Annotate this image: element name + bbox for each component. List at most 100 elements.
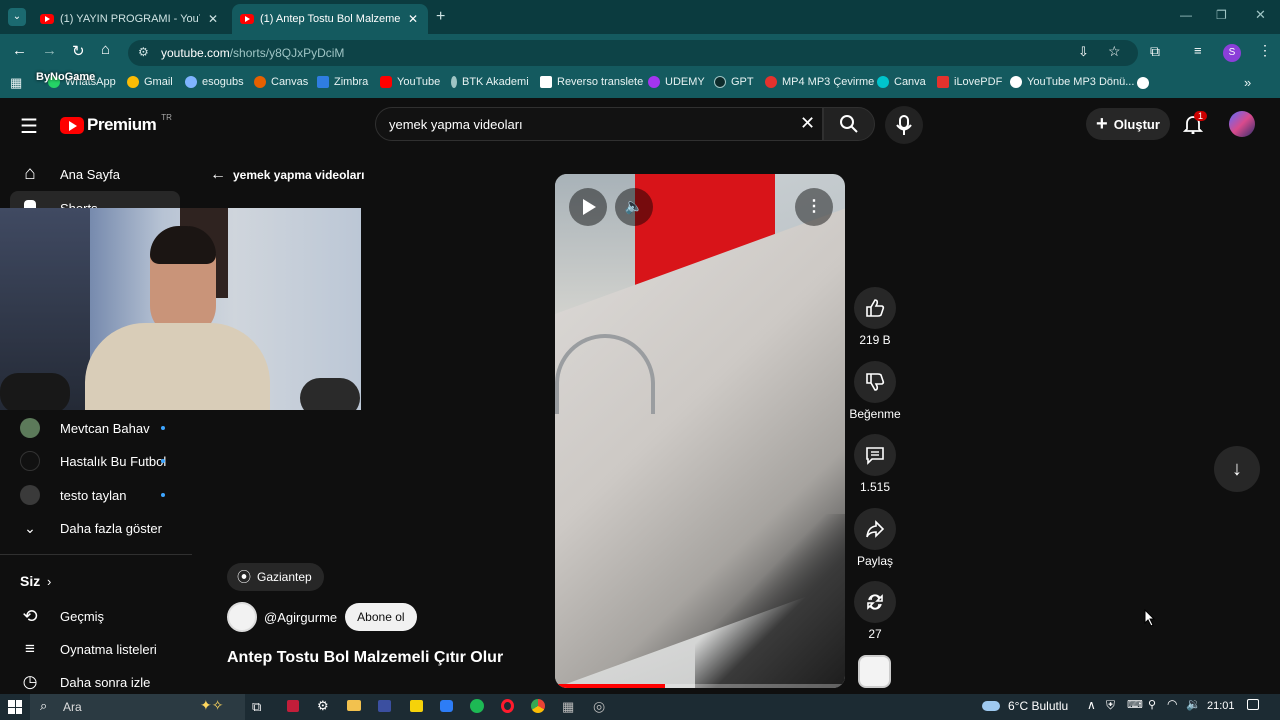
bookmark-mp4-mp3[interactable]: MP4 MP3 Çevirme <box>765 76 874 88</box>
clear-search-icon[interactable]: ✕ <box>800 113 815 134</box>
video-more-button[interactable]: ⋮ <box>795 188 833 226</box>
subscribe-button[interactable]: Abone ol <box>345 603 417 631</box>
bookmark-udemy[interactable]: UDEMY <box>648 76 705 88</box>
bookmark-ilovepdf[interactable]: iLovePDF <box>937 76 1002 88</box>
home-icon[interactable]: ⌂ <box>101 41 110 58</box>
back-icon[interactable]: ← <box>12 42 27 59</box>
sound-thumbnail[interactable] <box>858 655 891 688</box>
bookmark-youtube[interactable]: YouTube <box>380 76 440 88</box>
speaker-icon[interactable]: 🔉 <box>1186 697 1201 711</box>
comments-button[interactable]: 1.515 <box>853 434 897 494</box>
sidebar-divider <box>0 554 192 555</box>
sidebar-sub-testo[interactable]: testo taylan <box>0 478 190 512</box>
video-progress-track[interactable] <box>555 684 845 688</box>
restore-button[interactable]: ❐ <box>1216 8 1227 22</box>
sidebar-item-history[interactable]: ⟲ Geçmiş <box>0 599 190 633</box>
app-icon-6[interactable]: ◎ <box>593 698 605 715</box>
shorts-back-link[interactable]: ← yemek yapma videoları <box>210 166 364 184</box>
security-icon[interactable]: ⛨ <box>1106 698 1115 713</box>
play-button[interactable] <box>569 188 607 226</box>
bookmark-gmail[interactable]: Gmail <box>127 76 173 88</box>
sidebar-item-home[interactable]: ⌂ Ana Sayfa <box>0 157 190 191</box>
new-tab-button[interactable]: + <box>436 8 445 26</box>
window-close-button[interactable]: ✕ <box>1255 7 1266 23</box>
remix-button[interactable]: 27 <box>853 581 897 641</box>
search-box[interactable]: yemek yapma videoları ✕ <box>375 107 823 141</box>
app-icon-1[interactable] <box>287 700 299 712</box>
volume-button[interactable]: 🔈 <box>615 188 653 226</box>
app-icon-5[interactable]: ▦ <box>562 699 574 715</box>
bookmark-youtube-mp3[interactable]: YouTube MP3 Dönü... <box>1010 76 1134 88</box>
bookmark-btk-akademi[interactable]: BTK Akademi <box>451 76 529 88</box>
search-button[interactable] <box>823 107 875 141</box>
sidebar-show-more[interactable]: ⌄ Daha fazla göster <box>0 511 190 545</box>
thumbs-up-icon <box>854 287 896 329</box>
dislike-button[interactable]: Beğenme <box>847 361 903 421</box>
sidebar-section-you[interactable]: Siz › <box>0 564 190 598</box>
bookmark-esogubs[interactable]: esogubs <box>185 76 244 88</box>
youtube-logo[interactable]: Premium TR <box>60 113 172 135</box>
menu-icon[interactable]: ☰ <box>20 114 38 139</box>
tab-yayin-programi[interactable]: (1) YAYIN PROGRAMI - YouTube ✕ <box>32 4 228 34</box>
extensions-icon[interactable]: ⧉ <box>1150 43 1160 60</box>
share-button[interactable]: Paylaş <box>853 508 897 568</box>
opera-icon[interactable] <box>501 699 514 713</box>
install-app-icon[interactable]: ⇩ <box>1078 44 1089 60</box>
chrome-icon[interactable] <box>531 699 545 713</box>
keyboard-icon[interactable]: ⌨ <box>1127 698 1143 711</box>
channel-avatar[interactable] <box>227 602 257 632</box>
ilovepdf-icon <box>937 76 949 88</box>
next-video-button[interactable]: ↓ <box>1214 446 1260 492</box>
like-button[interactable]: 219 B <box>853 287 897 347</box>
app-icon-2[interactable] <box>378 700 391 712</box>
profile-avatar[interactable]: S <box>1223 44 1241 62</box>
apps-grid-icon[interactable]: ▦ <box>10 75 22 91</box>
app-icon-4[interactable] <box>440 700 453 712</box>
bookmark-gpt[interactable]: GPT <box>714 76 754 88</box>
site-info-icon[interactable]: ⚙ <box>138 45 149 59</box>
forward-icon[interactable]: → <box>42 42 57 59</box>
canva-icon <box>877 76 889 88</box>
tab-antep-tostu[interactable]: (1) Antep Tostu Bol Malzemeli Ç ✕ <box>232 4 428 34</box>
globe-icon[interactable] <box>1137 77 1149 89</box>
taskbar-search-box[interactable]: ⌕ Ara ✦✧ <box>30 694 245 720</box>
notification-center-icon[interactable] <box>1247 699 1259 710</box>
shorts-video-player[interactable]: 🔈 ⋮ <box>555 174 845 688</box>
microphone-tray-icon[interactable]: ⚲ <box>1148 698 1156 711</box>
address-bar[interactable]: ⚙ youtube.com/shorts/y8QJxPyDciM ⇩ ☆ <box>128 40 1138 66</box>
sidebar-sub-hastalik[interactable]: Hastalık Bu Futbol <box>0 444 190 478</box>
spotify-icon[interactable] <box>470 699 484 713</box>
minimize-button[interactable]: — <box>1180 8 1192 22</box>
more-bookmarks-icon[interactable]: » <box>1244 75 1251 90</box>
clock[interactable]: 21:01 <box>1207 700 1235 712</box>
app-icon-3[interactable] <box>410 700 423 712</box>
file-explorer-icon[interactable] <box>347 700 361 711</box>
bookmark-canvas[interactable]: Canvas <box>254 76 308 88</box>
bookmark-reverso[interactable]: Reverso translete <box>540 76 643 88</box>
sidebar-item-playlists[interactable]: ≡ Oynatma listeleri <box>0 632 190 666</box>
close-tab-icon[interactable]: ✕ <box>408 12 418 26</box>
task-view-icon[interactable]: ⧉ <box>252 699 261 715</box>
bookmark-star-icon[interactable]: ☆ <box>1108 43 1121 60</box>
tray-chevron-icon[interactable]: ∧ <box>1087 698 1096 712</box>
wifi-icon[interactable]: ◠ <box>1167 697 1177 711</box>
voice-search-button[interactable] <box>885 106 923 144</box>
settings-icon[interactable]: ⚙ <box>317 698 329 714</box>
browser-menu-icon[interactable]: ⋮ <box>1258 42 1272 59</box>
windows-start-icon[interactable] <box>8 700 22 714</box>
weather-widget[interactable]: 6°C Bulutlu <box>982 699 1068 713</box>
account-avatar[interactable] <box>1229 111 1255 137</box>
search-input[interactable]: yemek yapma videoları <box>389 117 523 132</box>
create-button[interactable]: + Oluştur <box>1086 108 1170 140</box>
sidebar-sub-mevtcan[interactable]: Mevtcan Bahav <box>0 411 190 445</box>
media-controls-icon[interactable]: ≡ <box>1194 43 1202 58</box>
bookmark-zimbra[interactable]: Zimbra <box>317 76 368 88</box>
reload-icon[interactable]: ↻ <box>72 42 85 60</box>
notifications-button[interactable]: 1 <box>1182 111 1208 139</box>
tab-search-icon[interactable]: ⌄ <box>8 8 26 26</box>
canvas-icon <box>254 76 266 88</box>
close-tab-icon[interactable]: ✕ <box>208 12 218 26</box>
bookmark-canva[interactable]: Canva <box>877 76 926 88</box>
channel-handle[interactable]: @Agirgurme <box>264 610 337 625</box>
location-chip[interactable]: ⦿ Gaziantep <box>227 563 324 591</box>
